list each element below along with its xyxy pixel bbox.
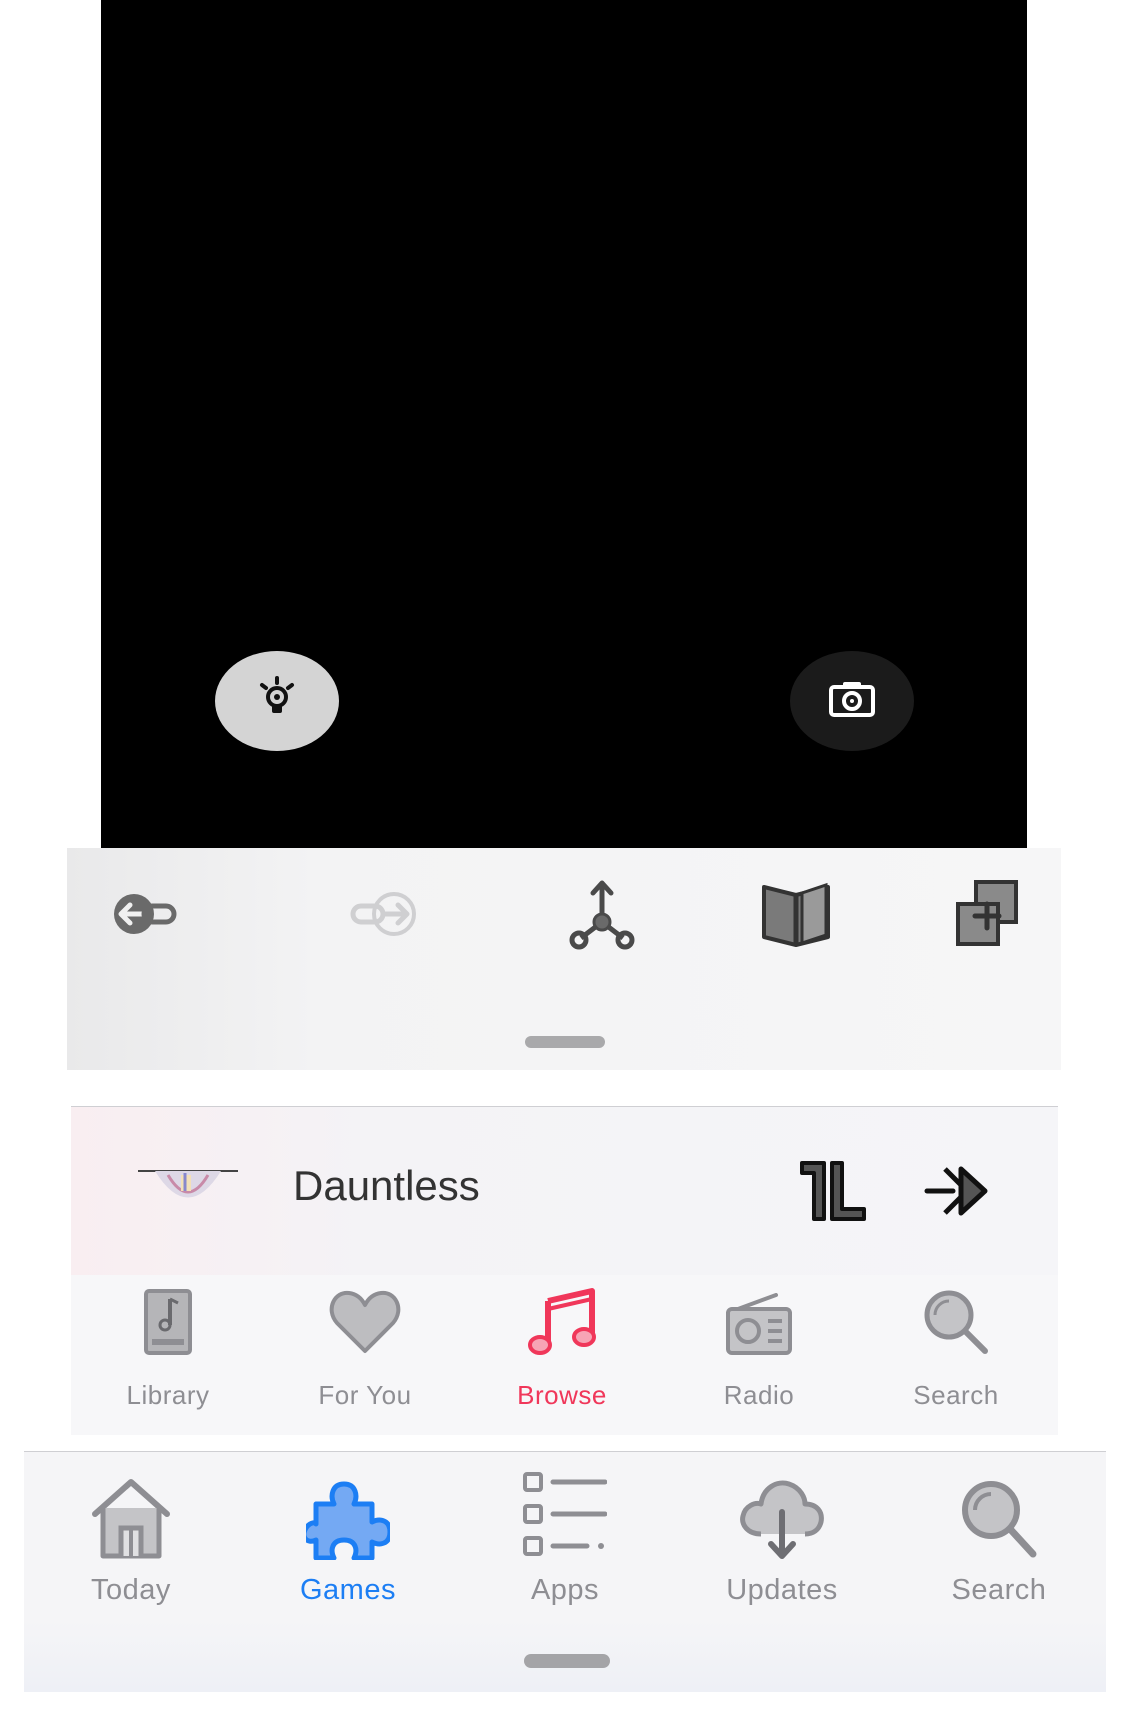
skip-forward-button[interactable]: [923, 1163, 995, 1219]
heart-icon: [329, 1290, 401, 1353]
tab-for-you[interactable]: For You: [275, 1285, 455, 1425]
library-icon: [144, 1289, 192, 1355]
tab-games[interactable]: Games: [248, 1462, 448, 1612]
flashlight-icon: [254, 675, 300, 727]
bookmarks-icon: [760, 877, 832, 956]
tabs-button[interactable]: [949, 878, 1025, 954]
tab-label: Updates: [726, 1574, 838, 1606]
toolbar-grabber[interactable]: [525, 1036, 605, 1048]
pause-button[interactable]: [798, 1159, 870, 1223]
tab-updates[interactable]: Updates: [682, 1462, 882, 1612]
bookmarks-button[interactable]: [758, 878, 834, 954]
forward-arrow-icon: [348, 889, 418, 944]
cloud-download-icon: [740, 1480, 824, 1559]
tab-label: Today: [91, 1574, 171, 1606]
tab-today[interactable]: Today: [31, 1462, 231, 1612]
tab-radio[interactable]: Radio: [669, 1285, 849, 1425]
search-icon: [962, 1481, 1037, 1558]
tab-label: Browse: [517, 1380, 607, 1410]
puzzle-icon: [301, 1481, 393, 1561]
store-tab-bar: Today Games Apps Updates Search: [24, 1451, 1106, 1692]
radio-icon: [726, 1293, 792, 1355]
camera-viewfinder: [101, 0, 1027, 848]
back-arrow-icon: [110, 889, 180, 944]
mini-player[interactable]: Dauntless: [71, 1106, 1058, 1276]
tab-label: For You: [318, 1380, 412, 1410]
tab-label: Library: [126, 1380, 210, 1410]
tabs-icon: [952, 878, 1022, 955]
camera-capture-button[interactable]: [790, 651, 914, 751]
browser-toolbar: [67, 848, 1061, 1070]
home-indicator[interactable]: [524, 1654, 610, 1668]
tab-label: Apps: [530, 1574, 600, 1606]
fast-forward-icon: [923, 1166, 995, 1223]
tab-search[interactable]: Search: [866, 1285, 1046, 1425]
list-icon: [523, 1472, 608, 1556]
tab-label: Search: [951, 1574, 1047, 1606]
camera-icon: [828, 679, 876, 724]
forward-button[interactable]: [345, 878, 421, 954]
track-title: Dauntless: [293, 1162, 480, 1209]
flashlight-button[interactable]: [215, 651, 339, 751]
share-button[interactable]: [564, 878, 640, 954]
music-note-icon: [528, 1288, 596, 1355]
tab-library[interactable]: Library: [78, 1285, 258, 1425]
tab-label: Radio: [723, 1380, 795, 1410]
tab-search[interactable]: Search: [899, 1462, 1099, 1612]
tab-apps[interactable]: Apps: [465, 1462, 665, 1612]
tab-label: Games: [300, 1574, 396, 1606]
album-art: [133, 1169, 243, 1209]
back-button[interactable]: [107, 878, 183, 954]
share-icon: [567, 878, 637, 955]
home-icon: [92, 1479, 170, 1559]
music-tab-bar: Library For You Browse Radio Search: [71, 1275, 1058, 1435]
tab-label: Search: [913, 1380, 999, 1410]
tab-browse[interactable]: Browse: [472, 1285, 652, 1425]
pause-icon: [798, 1161, 870, 1227]
search-icon: [924, 1290, 988, 1354]
